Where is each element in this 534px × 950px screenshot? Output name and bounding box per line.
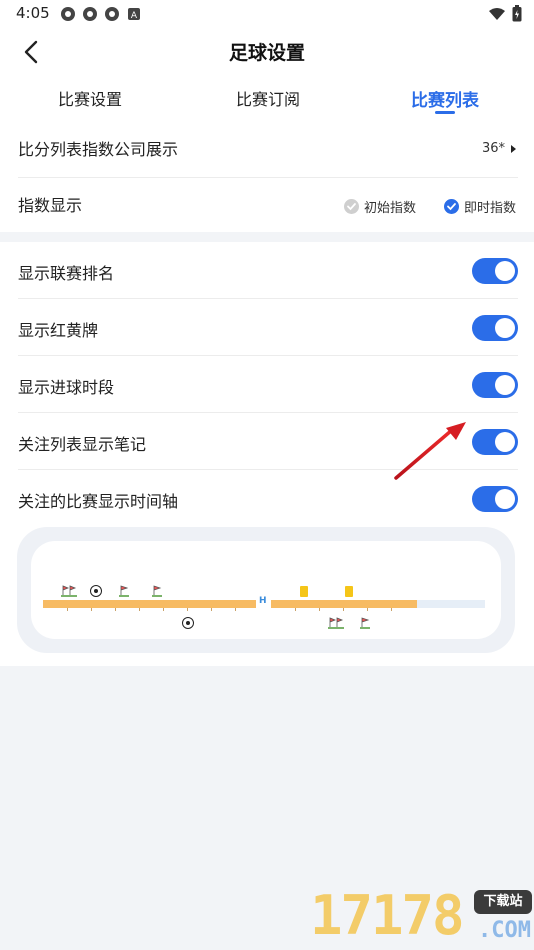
goal-period-label: 显示进球时段: [18, 378, 115, 397]
corner-flag-icon: [152, 582, 162, 601]
football-settings-screen: 4:05 A 足球设置 比赛设置 比赛订阅 比赛列表 比分列表指数公司展示 36…: [0, 0, 534, 950]
app-header: 足球设置: [0, 28, 534, 76]
notification-icon: [82, 6, 98, 22]
timeline-tick: [367, 608, 368, 611]
a-icon: A: [126, 6, 142, 22]
check-icon: [343, 199, 359, 214]
tab-match-subscription[interactable]: 比赛订阅: [236, 86, 300, 110]
wifi-icon: [488, 6, 506, 25]
live-index-label: 即时指数: [463, 201, 516, 216]
index-display-label: 指数显示: [18, 196, 83, 215]
index-company-label: 比分列表指数公司展示: [18, 140, 179, 159]
tab-bar: 比赛设置 比赛订阅 比赛列表: [0, 76, 534, 122]
follow-timeline-label: 关注的比赛显示时间轴: [18, 492, 179, 511]
second-half-bar: [271, 600, 417, 608]
timeline-preview: H: [17, 527, 515, 653]
timeline-tick: [343, 608, 344, 611]
toggle-knob: [495, 489, 515, 509]
notification-icon: [60, 6, 76, 22]
watermark-tag: 下载站: [474, 890, 532, 914]
live-index-option[interactable]: 即时指数: [443, 197, 516, 216]
corner-flag-icon: [119, 582, 129, 601]
caret-right-icon: [511, 144, 516, 153]
cards-label: 显示红黄牌: [18, 321, 99, 340]
toggle-row-cards: 显示红黄牌: [18, 299, 518, 355]
index-company-value-text: 36*: [481, 141, 505, 156]
index-display-row: 指数显示 初始指数 即时指数: [18, 178, 518, 234]
status-time: 4:05: [16, 4, 50, 22]
watermark-number: 17178: [310, 884, 465, 947]
status-bar: 4:05 A: [0, 0, 534, 28]
goal-period-toggle[interactable]: [472, 372, 518, 398]
notification-icon: [104, 6, 120, 22]
toggle-row-league-rank: 显示联赛排名: [18, 242, 518, 298]
page-title: 足球设置: [228, 42, 305, 64]
index-settings-section: 比分列表指数公司展示 36* 指数显示 初始指数 即时指数: [0, 122, 534, 232]
first-half-bar: [43, 600, 256, 608]
timeline-tick: [139, 608, 140, 611]
svg-text:A: A: [131, 11, 138, 21]
battery-icon: [512, 5, 522, 26]
initial-index-label: 初始指数: [363, 201, 416, 216]
yellow-card-icon: [345, 582, 353, 601]
status-notification-icons: A: [60, 6, 142, 22]
corner-flags-icon: [61, 582, 77, 601]
timeline-tick: [115, 608, 116, 611]
red-arrow-icon: [394, 422, 466, 480]
timeline-tick: [391, 608, 392, 611]
timeline-tick: [91, 608, 92, 611]
remaining-time-bar: [417, 600, 485, 608]
timeline-tick: [187, 608, 188, 611]
active-tab-indicator: [435, 111, 455, 114]
football-icon: [90, 582, 102, 601]
football-icon: [182, 614, 194, 633]
follow-timeline-toggle[interactable]: [472, 486, 518, 512]
watermark: 17178 下载站 .COM: [310, 880, 534, 950]
timeline-tick: [211, 608, 212, 611]
initial-index-option[interactable]: 初始指数: [343, 197, 416, 216]
league-rank-toggle[interactable]: [472, 258, 518, 284]
toggle-knob: [495, 375, 515, 395]
league-rank-label: 显示联赛排名: [18, 264, 115, 283]
tab-match-list[interactable]: 比赛列表: [411, 86, 479, 111]
tab-match-settings[interactable]: 比赛设置: [58, 86, 122, 110]
corner-flag-icon: [360, 614, 370, 633]
follow-notes-label: 关注列表显示笔记: [18, 435, 147, 454]
cards-toggle[interactable]: [472, 315, 518, 341]
check-icon: [443, 199, 459, 214]
half-time-marker: H: [259, 596, 267, 606]
watermark-domain: .COM: [478, 918, 531, 943]
timeline-tick: [295, 608, 296, 611]
follow-notes-toggle[interactable]: [472, 429, 518, 455]
timeline-tick: [235, 608, 236, 611]
timeline-tick: [163, 608, 164, 611]
corner-flags-icon: [328, 614, 344, 633]
toggle-row-goal-period: 显示进球时段: [18, 356, 518, 412]
toggle-knob: [495, 261, 515, 281]
toggle-knob: [495, 432, 515, 452]
yellow-card-icon: [300, 582, 308, 601]
index-display-options: 初始指数 即时指数: [343, 197, 516, 216]
timeline-tick: [67, 608, 68, 611]
index-company-row[interactable]: 比分列表指数公司展示 36*: [18, 122, 518, 178]
index-company-value[interactable]: 36*: [482, 141, 516, 156]
timeline-tick: [319, 608, 320, 611]
status-right-icons: [488, 5, 522, 26]
toggle-knob: [495, 318, 515, 338]
timeline-card: H: [31, 541, 501, 639]
